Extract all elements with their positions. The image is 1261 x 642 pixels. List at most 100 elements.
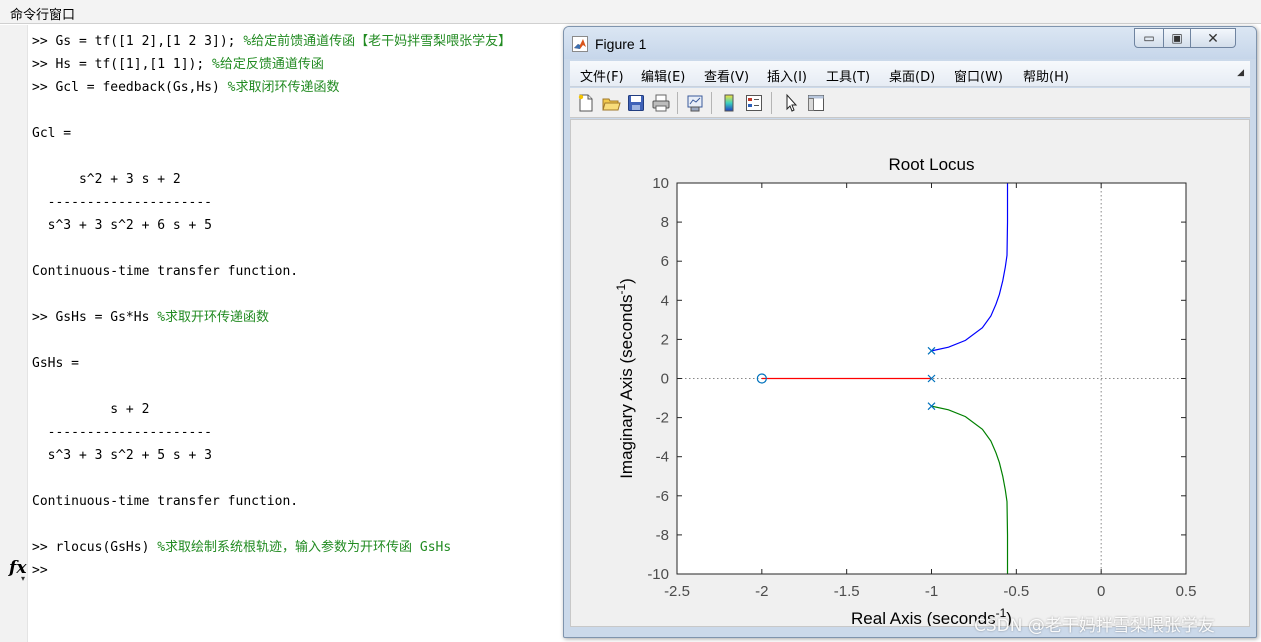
x-tick-label: 0 — [1097, 583, 1105, 600]
menu-window[interactable]: 窗口(W) — [954, 66, 1003, 85]
command-line: >> — [32, 559, 562, 582]
command-code: --------------------- — [32, 425, 213, 440]
toolbar-separator — [677, 92, 678, 114]
root-locus-plot[interactable]: -2.5 -2 -1.5 -1 -0.5 0 0.5 -10 -8 -6 -4 -2 0 2 4 6 8 10 Ro… — [571, 120, 1249, 626]
command-comment: %求取绘制系统根轨迹，输入参数为开环传函 GsHs — [157, 540, 452, 555]
y-axis-label-text: Imaginary Axis (seconds — [617, 295, 636, 479]
command-window-gutter — [0, 25, 28, 642]
chevron-down-icon[interactable]: ▾ — [21, 574, 25, 583]
command-line: s + 2 — [32, 398, 562, 421]
command-line — [32, 375, 562, 398]
command-code: Gcl = — [32, 126, 72, 141]
command-code: Continuous-time transfer function. — [32, 494, 299, 509]
menu-view[interactable]: 查看(V) — [704, 66, 749, 85]
menu-insert[interactable]: 插入(I) — [767, 66, 807, 85]
command-line: >> Hs = tf([1],[1 1]); %给定反馈通道传函 — [32, 53, 562, 76]
y-tick-label: 0 — [661, 371, 669, 388]
command-line: --------------------- — [32, 421, 562, 444]
command-line — [32, 145, 562, 168]
figure-titlebar[interactable]: Figure 1 ▭ ▣ ✕ — [564, 27, 1256, 59]
command-line: s^3 + 3 s^2 + 5 s + 3 — [32, 444, 562, 467]
command-line: GsHs = — [32, 352, 562, 375]
property-inspector-icon[interactable] — [806, 93, 826, 113]
link-plot-icon[interactable] — [685, 93, 705, 113]
maximize-button[interactable]: ▣ — [1163, 28, 1191, 48]
dock-arrow-icon[interactable]: ◢ — [1237, 67, 1244, 78]
csdn-watermark: CSDN @老干妈拌雪梨喂张学友 — [974, 616, 1215, 636]
y-tick-label: 2 — [661, 331, 669, 348]
command-line: s^2 + 3 s + 2 — [32, 168, 562, 191]
figure-title: Figure 1 — [595, 36, 647, 52]
command-line: >> Gs = tf([1 2],[1 2 3]); %给定前馈通道传函【老干妈… — [32, 30, 562, 53]
command-comment: %给定前馈通道传函【老干妈拌雪梨喂张学友】 — [243, 34, 512, 49]
command-comment: %求取闭环传递函数 — [227, 80, 340, 95]
y-tick-label: -4 — [656, 449, 669, 466]
command-code: >> Gcl = feedback(Gs,Hs) — [32, 80, 228, 95]
command-line — [32, 513, 562, 536]
command-code: >> Hs = tf([1],[1 1]); — [32, 57, 213, 72]
minimize-button[interactable]: ▭ — [1134, 28, 1164, 48]
y-axis-label-sup: -1 — [614, 284, 628, 295]
y-tick-label: 6 — [661, 253, 669, 270]
command-line: >> rlocus(GsHs) %求取绘制系统根轨迹，输入参数为开环传函 GsH… — [32, 536, 562, 559]
matlab-logo-icon — [572, 36, 588, 52]
command-code: s^2 + 3 s + 2 — [32, 172, 181, 187]
menu-desktop[interactable]: 桌面(D) — [889, 66, 935, 85]
menu-help[interactable]: 帮助(H) — [1023, 66, 1069, 85]
command-line — [32, 99, 562, 122]
command-line — [32, 467, 562, 490]
figure-toolbar — [570, 88, 1250, 118]
menu-file[interactable]: 文件(F) — [580, 66, 624, 85]
command-code: >> — [32, 563, 48, 578]
command-line: >> Gcl = feedback(Gs,Hs) %求取闭环传递函数 — [32, 76, 562, 99]
figure-window[interactable]: Figure 1 ▭ ▣ ✕ 文件(F) 编辑(E) 查看(V) 插入(I) 工… — [563, 26, 1257, 638]
command-code: GsHs = — [32, 356, 79, 371]
pointer-edit-icon[interactable] — [781, 93, 801, 113]
y-tick-label: -10 — [647, 566, 669, 583]
open-file-icon[interactable] — [601, 93, 621, 113]
command-line — [32, 329, 562, 352]
command-line: --------------------- — [32, 191, 562, 214]
figure-canvas[interactable]: -2.5 -2 -1.5 -1 -0.5 0 0.5 -10 -8 -6 -4 -2 0 2 4 6 8 10 Ro… — [570, 119, 1250, 627]
y-tick-label: 4 — [661, 292, 669, 309]
y-axis-label: Imaginary Axis (seconds-1) — [614, 278, 636, 479]
x-tick-label: -1.5 — [834, 583, 860, 600]
command-comment: %给定反馈通道传函 — [212, 57, 324, 72]
insert-legend-icon[interactable] — [744, 93, 764, 113]
command-output[interactable]: >> Gs = tf([1 2],[1 2 3]); %给定前馈通道传函【老干妈… — [32, 30, 562, 582]
command-line: s^3 + 3 s^2 + 6 s + 5 — [32, 214, 562, 237]
command-line: >> GsHs = Gs*Hs %求取开环传递函数 — [32, 306, 562, 329]
command-line: Continuous-time transfer function. — [32, 260, 562, 283]
command-code: >> rlocus(GsHs) — [32, 540, 158, 555]
command-line: Continuous-time transfer function. — [32, 490, 562, 513]
command-code: >> GsHs = Gs*Hs — [32, 310, 158, 325]
command-window-title: 命令行窗口 — [10, 8, 76, 23]
command-comment: %求取开环传递函数 — [157, 310, 270, 325]
y-tick-label: -8 — [656, 527, 669, 544]
y-tick-label: -6 — [656, 488, 669, 505]
x-tick-label: -2.5 — [664, 583, 690, 600]
command-code: Continuous-time transfer function. — [32, 264, 299, 279]
command-code: --------------------- — [32, 195, 213, 210]
y-tick-label: 10 — [652, 175, 669, 192]
close-button[interactable]: ✕ — [1190, 28, 1236, 48]
x-tick-label: -0.5 — [1003, 583, 1029, 600]
menu-tools[interactable]: 工具(T) — [826, 66, 870, 85]
command-window-titlebar: 命令行窗口 — [0, 0, 1261, 24]
command-line — [32, 237, 562, 260]
command-code: s^3 + 3 s^2 + 6 s + 5 — [32, 218, 213, 233]
y-tick-label: -2 — [656, 410, 669, 427]
y-tick-label: 8 — [661, 214, 669, 231]
command-line — [32, 283, 562, 306]
new-figure-icon[interactable] — [576, 93, 596, 113]
print-icon[interactable] — [651, 93, 671, 113]
toolbar-separator — [771, 92, 772, 114]
insert-colorbar-icon[interactable] — [719, 93, 739, 113]
x-tick-label: 0.5 — [1176, 583, 1197, 600]
x-tick-label: -1 — [925, 583, 938, 600]
menu-edit[interactable]: 编辑(E) — [641, 66, 685, 85]
x-tick-label: -2 — [755, 583, 768, 600]
command-code: s + 2 — [32, 402, 150, 417]
save-icon[interactable] — [626, 93, 646, 113]
command-line: Gcl = — [32, 122, 562, 145]
